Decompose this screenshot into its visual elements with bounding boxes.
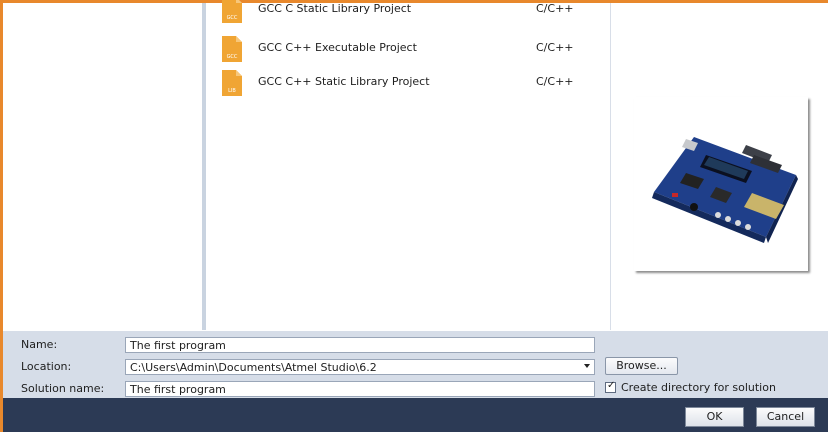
template-name: GCC C++ Static Library Project — [258, 75, 430, 88]
icon-badge: GCC — [227, 15, 238, 21]
installed-templates-pane[interactable] — [3, 3, 202, 330]
location-label: Location: — [21, 360, 72, 373]
file-icon: GCC — [222, 36, 242, 62]
icon-badge: LIB — [228, 88, 236, 94]
template-row[interactable]: GCC GCC C Static Library Project C/C++ — [206, 0, 610, 25]
solution-name-label: Solution name: — [21, 382, 105, 395]
name-label: Name: — [21, 338, 58, 351]
cancel-button[interactable]: Cancel — [756, 407, 815, 427]
template-row[interactable]: GCC GCC C++ Executable Project C/C++ — [206, 36, 610, 64]
template-language: C/C++ — [536, 41, 574, 54]
template-row[interactable]: LIB GCC C++ Static Library Project C/C++ — [206, 70, 610, 98]
location-input-value: C:\Users\Admin\Documents\Atmel Studio\6.… — [130, 361, 377, 374]
dev-board-icon — [652, 137, 798, 243]
name-input-value: The first program — [130, 339, 226, 352]
template-name: GCC C++ Executable Project — [258, 41, 417, 54]
solution-name-value: The first program — [130, 383, 226, 396]
location-dropdown[interactable]: C:\Users\Admin\Documents\Atmel Studio\6.… — [125, 359, 595, 375]
create-directory-label[interactable]: Create directory for solution — [621, 381, 776, 394]
template-list[interactable]: GCC GCC C Static Library Project C/C++ G… — [206, 0, 611, 330]
checkmark-icon: ✓ — [607, 380, 616, 391]
solution-name-input[interactable]: The first program — [125, 381, 595, 397]
ok-button[interactable]: OK — [685, 407, 744, 427]
file-icon: GCC — [222, 0, 242, 23]
create-directory-checkbox[interactable]: ✓ — [605, 380, 616, 393]
template-language: C/C++ — [536, 2, 574, 15]
browse-button[interactable]: Browse... — [605, 357, 678, 375]
chevron-down-icon[interactable] — [584, 364, 590, 368]
name-input[interactable]: The first program — [125, 337, 595, 353]
icon-badge: GCC — [227, 54, 238, 60]
template-name: GCC C Static Library Project — [258, 2, 412, 15]
file-icon: LIB — [222, 70, 242, 96]
board-preview-image — [634, 97, 808, 271]
template-language: C/C++ — [536, 75, 574, 88]
